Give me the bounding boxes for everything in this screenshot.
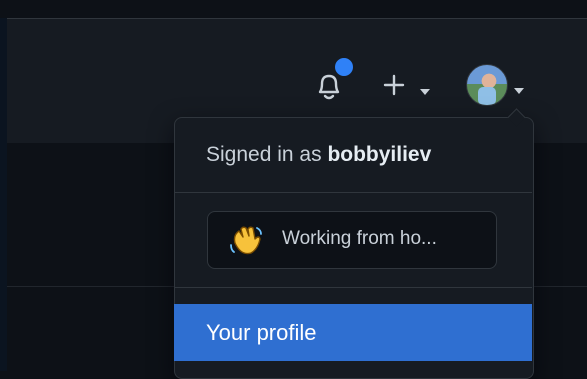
avatar-caret-down-icon[interactable]: [513, 82, 525, 94]
signed-in-text: Signed in as bobbyiliev: [206, 143, 431, 167]
avatar[interactable]: [466, 64, 508, 106]
username: bobbyiliev: [327, 143, 432, 166]
dropdown-divider: [174, 287, 532, 288]
caret-down-icon[interactable]: [419, 83, 431, 95]
header-divider: [0, 18, 587, 19]
signed-in-prefix: Signed in as: [206, 143, 322, 166]
notification-dot: [333, 56, 355, 78]
window-top-strip: [0, 0, 587, 18]
avatar-figure: [478, 87, 496, 105]
status-text[interactable]: Working from ho...: [282, 228, 437, 250]
dropdown-divider: [174, 192, 532, 193]
left-edge: [0, 18, 7, 371]
your-profile-label[interactable]: Your profile: [206, 320, 316, 346]
plus-icon[interactable]: [382, 73, 406, 97]
waving-hand-icon: [229, 223, 263, 257]
